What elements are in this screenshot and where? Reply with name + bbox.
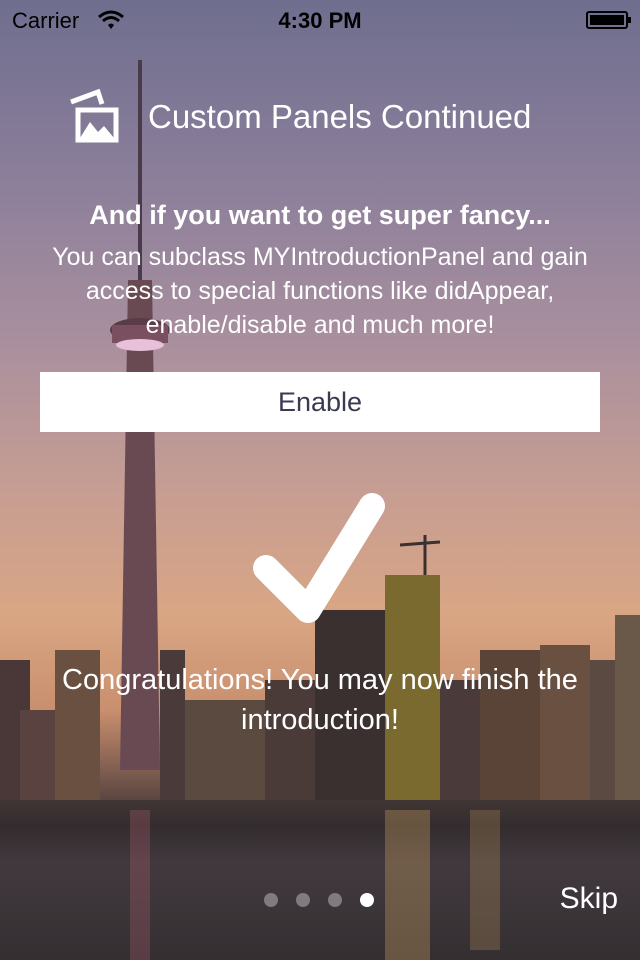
skip-button[interactable]: Skip bbox=[560, 882, 618, 916]
enable-button[interactable]: Enable bbox=[40, 372, 600, 432]
page-dot-2[interactable] bbox=[296, 893, 310, 907]
photos-icon bbox=[70, 88, 119, 143]
page-dot-3[interactable] bbox=[328, 893, 342, 907]
panel-title: Custom Panels Continued bbox=[148, 98, 532, 135]
checkmark-icon bbox=[253, 493, 385, 623]
page-dot-4[interactable] bbox=[360, 893, 374, 907]
congrats-message: Congratulations! You may now finish the … bbox=[62, 664, 578, 736]
page-dot-1[interactable] bbox=[264, 893, 278, 907]
status-time: 4:30 PM bbox=[278, 8, 362, 33]
panel-description: You can subclass MYIntroductionPanel and… bbox=[52, 243, 588, 339]
panel-subtitle: And if you want to get super fancy... bbox=[89, 200, 551, 230]
status-bar: Carrier 4:30 PM bbox=[0, 0, 640, 40]
battery-icon bbox=[586, 11, 631, 29]
